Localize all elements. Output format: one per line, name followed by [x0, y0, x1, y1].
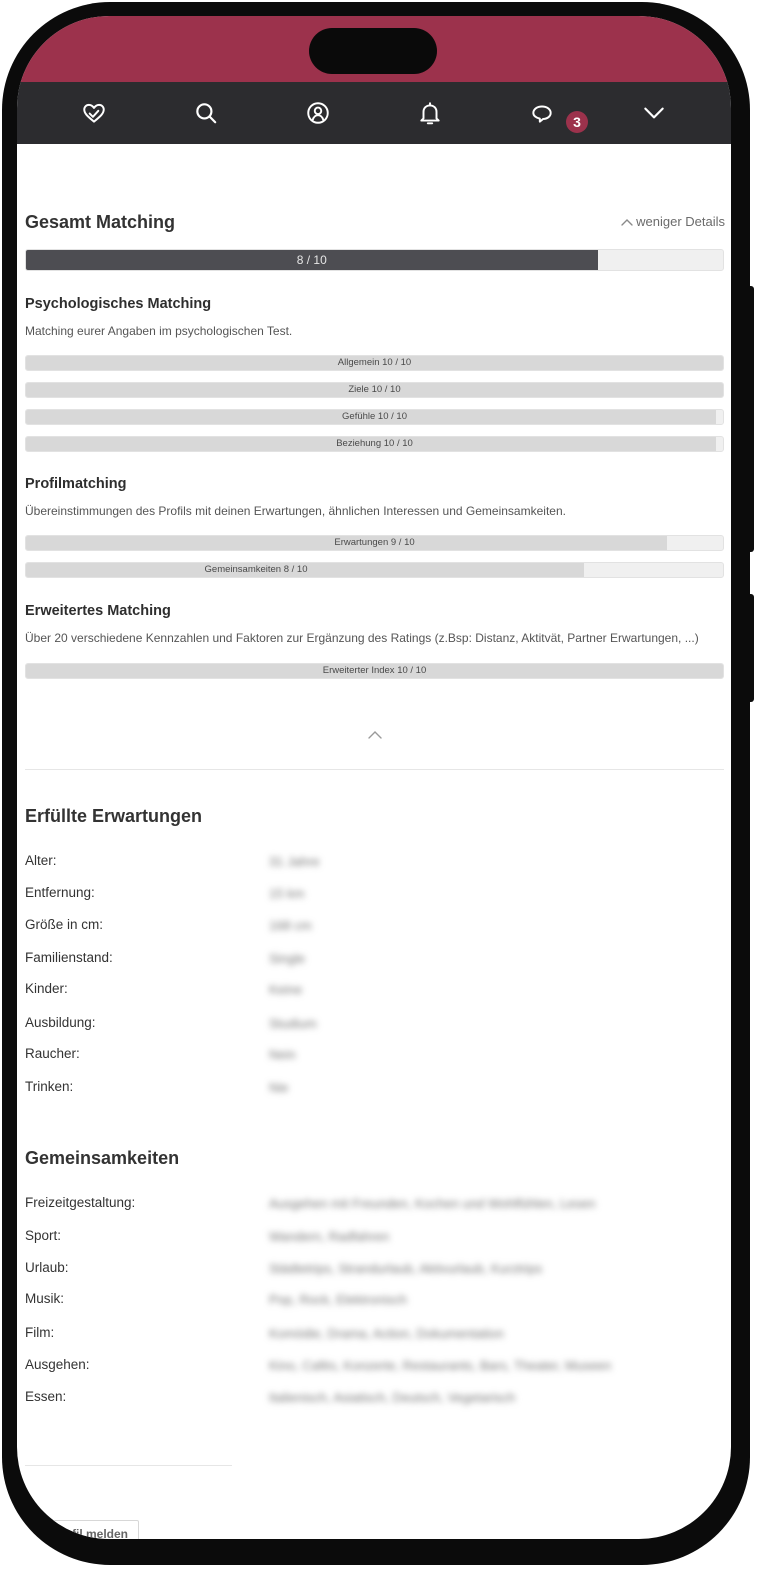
extended-bar-index-label: Erweiterter Index 10 / 10: [322, 665, 427, 676]
psych-desc: Matching eurer Angaben im psychologische…: [25, 324, 293, 338]
expectation-label: Alter:: [25, 853, 57, 868]
phone-frame: 3 Gesamt Matching weniger Details 8 / 10…: [0, 0, 763, 1586]
chevron-down-icon[interactable]: [641, 100, 667, 126]
common-value: Komödie, Drama, Action, Dokumentation: [269, 1326, 504, 1341]
psych-bar-goals-label: Ziele 10 / 10: [348, 384, 401, 395]
common-value: Ausgehen mit Freunden, Kochen und Wohlfü…: [269, 1196, 596, 1211]
psych-bar-general-label: Allgemein 10 / 10: [337, 357, 412, 368]
common-label: Sport:: [25, 1228, 62, 1243]
chat-icon[interactable]: [529, 100, 555, 126]
extended-desc: Über 20 verschiedene Kennzahlen und Fakt…: [25, 631, 699, 645]
extended-bar-index: Erweiterter Index 10 / 10: [25, 663, 724, 679]
overall-title: Gesamt Matching: [25, 212, 176, 232]
expectation-value: 15 km: [269, 886, 305, 901]
expectation-label: Trinken:: [25, 1079, 74, 1094]
collapse-chevron-icon[interactable]: [367, 726, 383, 739]
section-divider: [25, 769, 724, 770]
expectation-label: Familienstand:: [25, 950, 113, 965]
common-value: Italienisch, Asiatisch, Deutsch, Vegetar…: [269, 1390, 516, 1405]
psych-bar-relationship: Beziehung 10 / 10: [25, 436, 724, 452]
overall-score-bar: 8 / 10: [25, 249, 724, 271]
psych-title: Psychologisches Matching: [25, 296, 212, 312]
common-value: Kino, Cafés, Konzerte, Restaurants, Bars…: [269, 1358, 612, 1373]
profile-title: Profilmatching: [25, 476, 127, 492]
expectation-label: Größe in cm:: [25, 917, 104, 932]
expectation-value: Studium: [269, 1016, 317, 1031]
profile-desc: Übereinstimmungen des Profils mit deinen…: [25, 504, 566, 518]
expectation-value: Nie: [269, 1080, 289, 1095]
expectation-label: Ausbildung:: [25, 1015, 96, 1030]
psych-bar-feelings-label: Gefühle 10 / 10: [342, 411, 407, 422]
heart-icon[interactable]: [81, 100, 107, 126]
psych-bar-goals: Ziele 10 / 10: [25, 382, 724, 398]
common-label: Urlaub:: [25, 1260, 69, 1275]
expectation-value: Single: [269, 951, 306, 966]
expectation-value: 31 Jahre: [269, 854, 320, 869]
profile-bar-commons-label: Gemeinsamkeiten 8 / 10: [204, 564, 308, 575]
common-value: Pop, Rock, Elektronisch: [269, 1292, 408, 1307]
chat-badge: 3: [566, 111, 588, 133]
bell-icon[interactable]: [417, 100, 443, 126]
common-label: Musik:: [25, 1291, 65, 1306]
dynamic-island: [309, 28, 437, 74]
chevron-up-icon: [620, 214, 633, 229]
profile-bar-expectations: Erwartungen 9 / 10: [25, 535, 724, 551]
less-details-label: weniger Details: [636, 214, 725, 229]
expectation-label: Entfernung:: [25, 885, 95, 900]
expectation-value: Nein: [269, 1047, 296, 1062]
profile-bar-expectations-label: Erwartungen 9 / 10: [334, 537, 415, 548]
top-navigation: [17, 82, 731, 144]
less-details-toggle[interactable]: weniger Details: [620, 214, 725, 229]
common-label: Film:: [25, 1325, 55, 1340]
report-profile-button[interactable]: Profil melden: [25, 1520, 139, 1539]
profile-bar-commons: Gemeinsamkeiten 8 / 10: [25, 562, 724, 578]
search-icon[interactable]: [193, 100, 219, 126]
expectation-label: Kinder:: [25, 981, 68, 996]
common-label: Ausgehen:: [25, 1357, 90, 1372]
expectation-value: Keine: [269, 982, 303, 997]
profile-icon[interactable]: [305, 100, 331, 126]
common-value: Wandern, Radfahren: [269, 1229, 390, 1244]
common-label: Essen:: [25, 1389, 67, 1404]
common-value: Städtetrips, Strandurlaub, Aktivurlaub, …: [269, 1261, 543, 1276]
commons-title: Gemeinsamkeiten: [25, 1148, 180, 1168]
footer-divider: [25, 1465, 232, 1466]
psych-bar-general: Allgemein 10 / 10: [25, 355, 724, 371]
common-label: Freizeitgestaltung:: [25, 1195, 136, 1210]
overall-score-label: 8 / 10: [296, 253, 327, 267]
extended-title: Erweitertes Matching: [25, 603, 171, 619]
psych-bar-relationship-label: Beziehung 10 / 10: [336, 438, 413, 449]
psych-bar-feelings: Gefühle 10 / 10: [25, 409, 724, 425]
expectation-value: 168 cm: [269, 918, 312, 933]
expectations-title: Erfüllte Erwartungen: [25, 806, 203, 826]
expectation-label: Raucher:: [25, 1046, 80, 1061]
screen: 3 Gesamt Matching weniger Details 8 / 10…: [17, 16, 731, 1539]
